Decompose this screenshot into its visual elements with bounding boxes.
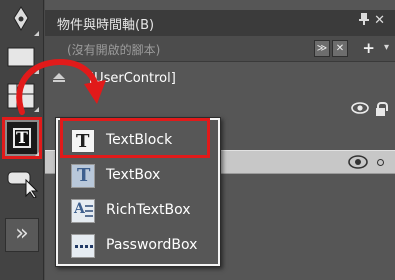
menu-item-label: PasswordBox: [106, 237, 198, 253]
menu-item-passwordbox[interactable]: PasswordBox: [66, 231, 216, 261]
passwordbox-icon: [71, 234, 95, 258]
menu-item-textbox[interactable]: T TextBox: [66, 161, 216, 191]
menu-item-label: RichTextBox: [106, 202, 191, 218]
highlight-box-textblock: [60, 118, 210, 158]
menu-item-richtextbox[interactable]: A RichTextBox: [66, 196, 216, 226]
richtextbox-icon: A: [71, 199, 95, 223]
highlight-box-tool: [2, 117, 42, 159]
textbox-icon: T: [71, 164, 95, 188]
menu-item-label: TextBox: [106, 167, 161, 183]
